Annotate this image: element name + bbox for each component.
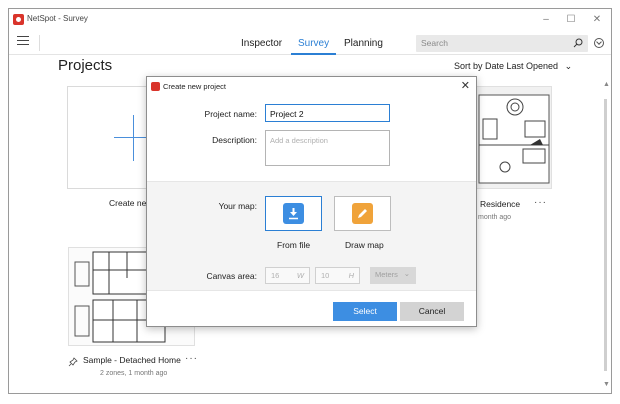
description-input[interactable]: Add a description (265, 130, 390, 166)
window-title: NetSpot - Survey (27, 14, 88, 23)
canvas-height-input[interactable]: 10 H (315, 267, 360, 284)
pin-icon[interactable] (68, 357, 78, 367)
app-window: NetSpot - Survey – ☐ ✕ Inspector Survey … (8, 8, 612, 394)
title-bar: NetSpot - Survey – ☐ ✕ (9, 9, 611, 31)
maximize-button[interactable]: ☐ (560, 12, 582, 28)
tab-inspector[interactable]: Inspector (241, 38, 282, 49)
residence-title: Residence (480, 199, 521, 209)
sort-dropdown[interactable]: Sort by Date Last Opened ⌄ (454, 61, 572, 72)
units-value: Meters (375, 270, 398, 279)
hamburger-menu-icon[interactable] (17, 36, 29, 48)
description-label: Description: (212, 135, 257, 145)
tab-planning[interactable]: Planning (344, 38, 383, 49)
search-icon[interactable] (573, 38, 583, 48)
floorplan-image (478, 94, 550, 184)
scroll-down-arrow-icon[interactable]: ▼ (603, 381, 610, 388)
toolbar-divider (39, 35, 40, 51)
search-placeholder: Search (421, 38, 448, 48)
chevron-down-icon: ⌄ (564, 61, 573, 71)
project-name-label: Project name: (204, 109, 257, 119)
canvas-width-value: 16 (271, 271, 280, 280)
netspot-logo-icon (13, 14, 24, 25)
scroll-up-arrow-icon[interactable]: ▲ (603, 81, 610, 88)
draw-map-option[interactable] (334, 196, 391, 231)
sort-label: Sort by Date Last Opened (454, 61, 559, 71)
from-file-label: From file (277, 240, 311, 250)
account-menu-chevron-icon[interactable] (594, 38, 604, 48)
download-icon (283, 203, 304, 224)
create-new-project-label: Create nev (109, 198, 151, 208)
netspot-logo-icon (151, 82, 160, 91)
pencil-icon (352, 203, 373, 224)
canvas-height-value: 10 (321, 271, 330, 280)
from-file-option[interactable] (265, 196, 322, 231)
page-title: Projects (58, 57, 113, 74)
canvas-height-unit: H (348, 271, 354, 280)
plus-icon-vertical (133, 115, 134, 161)
search-input[interactable]: Search (416, 35, 588, 52)
tab-survey[interactable]: Survey (298, 38, 329, 49)
residence-meta: month ago (478, 214, 512, 221)
map-options-section: Your map: From file Draw map Canvas area… (147, 181, 476, 291)
chevron-down-icon: ⌄ (403, 269, 410, 278)
draw-map-label: Draw map (345, 240, 384, 250)
scroll-thumb[interactable] (604, 99, 607, 371)
close-icon[interactable]: ✕ (461, 79, 470, 92)
canvas-width-unit: W (296, 271, 304, 280)
dialog-title: Create new project (163, 82, 226, 91)
canvas-area-label: Canvas area: (206, 271, 257, 281)
sample-project-meta: 2 zones, 1 month ago (100, 370, 168, 377)
units-dropdown[interactable]: Meters ⌄ (370, 267, 416, 284)
your-map-label: Your map: (218, 201, 257, 211)
create-project-dialog: Create new project ✕ Project name: Proje… (146, 76, 477, 327)
sample-project-title: Sample - Detached Home (83, 355, 181, 365)
close-window-button[interactable]: ✕ (586, 12, 608, 28)
minimize-button[interactable]: – (535, 12, 557, 28)
sample-more-button[interactable]: ··· (185, 353, 198, 364)
select-button[interactable]: Select (333, 302, 397, 321)
main-toolbar: Inspector Survey Planning Search (9, 31, 611, 55)
vertical-scrollbar[interactable]: ▲ ▼ (601, 81, 611, 393)
residence-more-button[interactable]: ··· (534, 197, 547, 208)
active-tab-indicator (291, 53, 336, 55)
residence-project-thumbnail[interactable] (474, 86, 552, 189)
canvas-width-input[interactable]: 16 W (265, 267, 310, 284)
project-name-input[interactable]: Project 2 (265, 104, 390, 122)
cancel-button[interactable]: Cancel (400, 302, 464, 321)
